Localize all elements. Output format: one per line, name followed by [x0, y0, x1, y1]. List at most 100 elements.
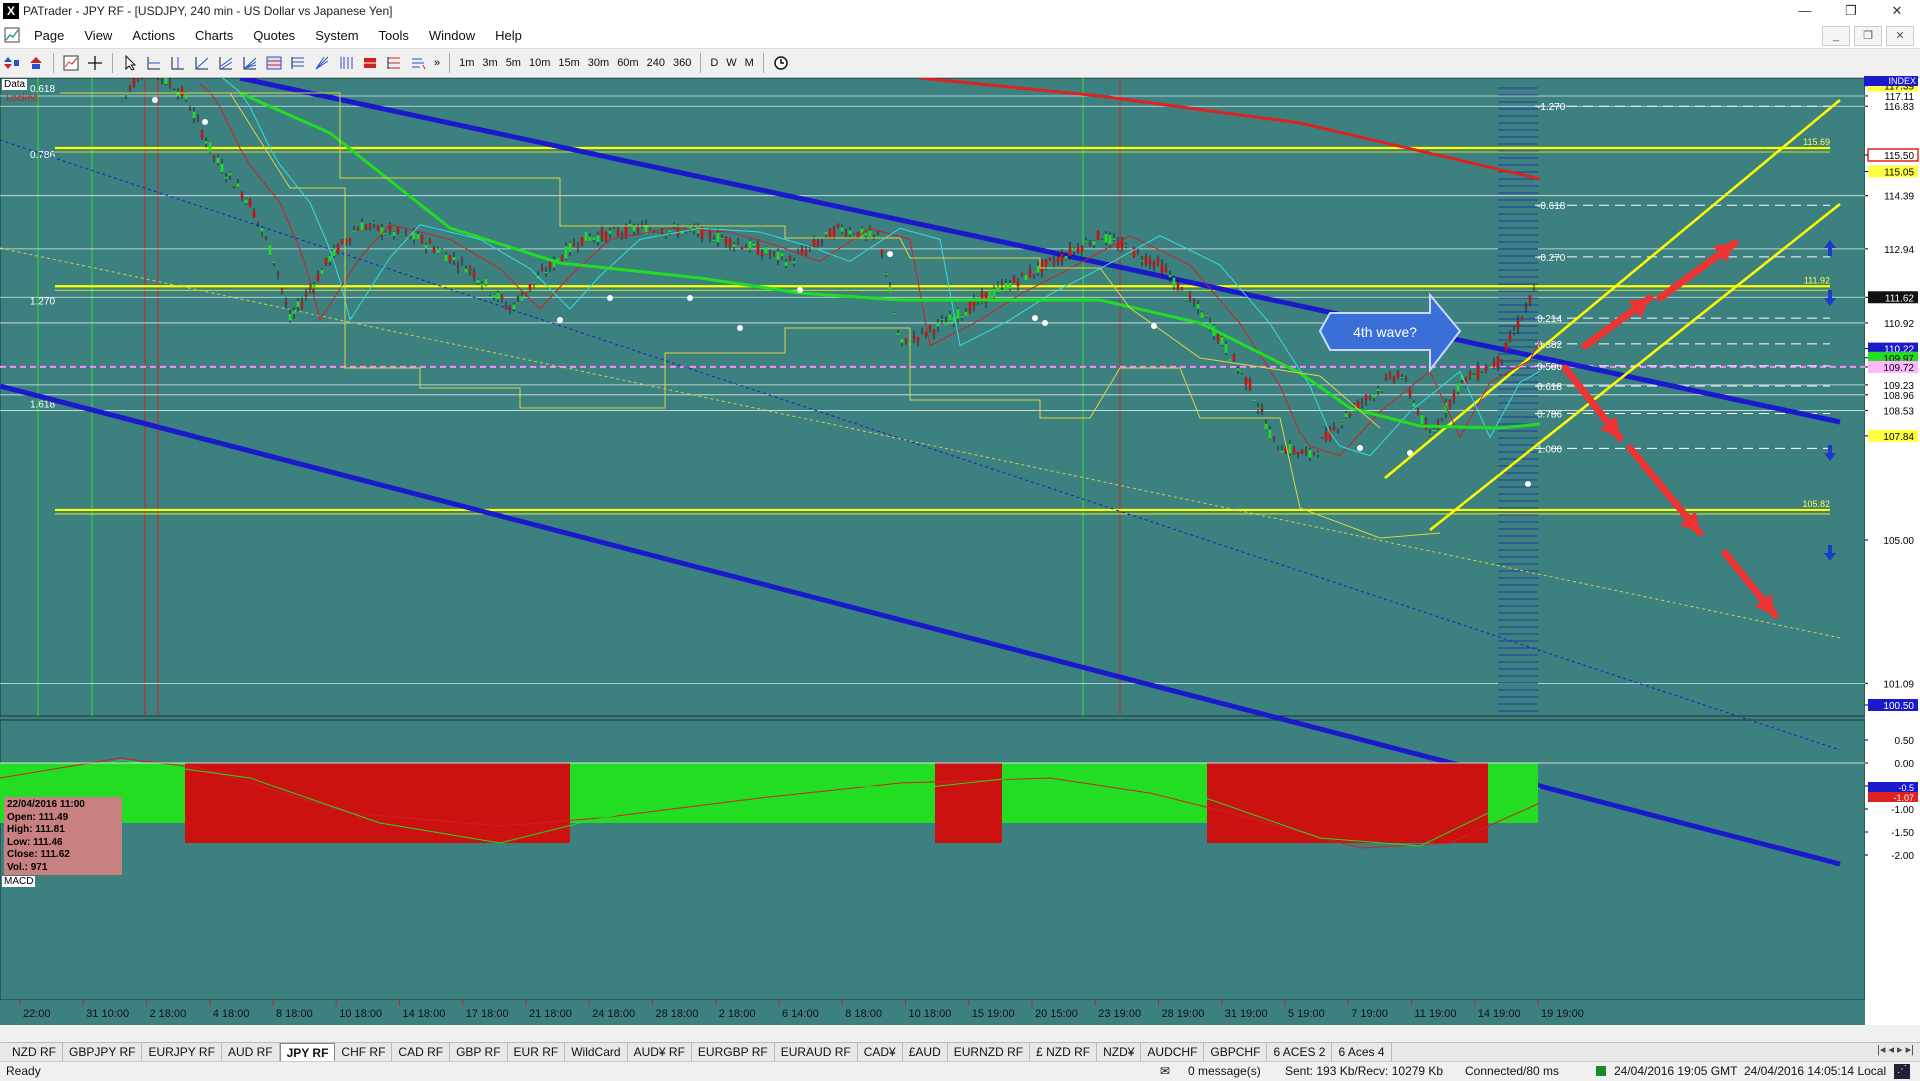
- levels-icon[interactable]: [408, 53, 428, 73]
- menu-page[interactable]: Page: [24, 28, 74, 43]
- menu-bar: Page View Actions Charts Quotes System T…: [0, 22, 1920, 49]
- candle-body: [348, 237, 352, 242]
- tf-monthly-button[interactable]: M: [741, 57, 758, 69]
- tab-scroll-arrows[interactable]: |◂ ◂ ▸ ▸|: [1877, 1043, 1914, 1056]
- mdi-minimize-button[interactable]: _: [1822, 26, 1850, 46]
- tab-eurjpy-rf[interactable]: EURJPY RF: [142, 1043, 222, 1061]
- pointer-icon[interactable]: [120, 53, 140, 73]
- tab-6-aces-4[interactable]: 6 Aces 4: [1332, 1043, 1392, 1061]
- menu-window[interactable]: Window: [419, 28, 485, 43]
- channel-icon[interactable]: [216, 53, 236, 73]
- minimize-button[interactable]: —: [1782, 0, 1828, 22]
- time-zones-icon[interactable]: [336, 53, 356, 73]
- tab-cadjpy[interactable]: CAD¥: [858, 1043, 903, 1061]
- crosshair-icon[interactable]: [85, 53, 105, 73]
- tf-15m-button[interactable]: 15m: [554, 57, 583, 69]
- candle-body: [324, 258, 328, 264]
- tab-gbp-rf[interactable]: GBP RF: [450, 1043, 508, 1061]
- candle-body: [800, 248, 804, 254]
- menu-charts[interactable]: Charts: [185, 28, 243, 43]
- candle-body: [312, 284, 316, 289]
- tab-gbpnzd-rf[interactable]: £ NZD RF: [1030, 1043, 1098, 1061]
- candle-body: [1136, 250, 1140, 253]
- tf-60m-button[interactable]: 60m: [613, 57, 642, 69]
- tf-5m-button[interactable]: 5m: [502, 57, 525, 69]
- tab-chf-rf[interactable]: CHF RF: [335, 1043, 393, 1061]
- menu-quotes[interactable]: Quotes: [243, 28, 305, 43]
- menu-view[interactable]: View: [74, 28, 122, 43]
- gann-fan-icon[interactable]: [312, 53, 332, 73]
- candle-body: [572, 243, 576, 247]
- candle-body: [752, 243, 756, 247]
- fib-right-label-6: 0.618: [1537, 382, 1562, 393]
- candle-body: [840, 227, 844, 232]
- candle-body: [1396, 371, 1400, 378]
- mdi-restore-button[interactable]: ❐: [1854, 26, 1882, 46]
- menu-tools[interactable]: Tools: [369, 28, 419, 43]
- status-messages[interactable]: 0 message(s): [1188, 1064, 1261, 1078]
- menu-help[interactable]: Help: [485, 28, 532, 43]
- tab-eurnzd-rf[interactable]: EURNZD RF: [948, 1043, 1031, 1061]
- tf-1m-button[interactable]: 1m: [455, 57, 478, 69]
- close-button[interactable]: ✕: [1874, 0, 1920, 22]
- fibonacci-retracement-icon[interactable]: [264, 53, 284, 73]
- candle-body: [964, 311, 968, 317]
- tab-euraud-rf[interactable]: EURAUD RF: [775, 1043, 858, 1061]
- menu-actions[interactable]: Actions: [122, 28, 185, 43]
- fibonacci-extension-icon[interactable]: [288, 53, 308, 73]
- candle-body: [308, 288, 312, 290]
- tab-nzd-rf[interactable]: NZD RF: [6, 1043, 63, 1061]
- horizontal-line-icon[interactable]: [144, 53, 164, 73]
- tab-jpy-rf[interactable]: JPY RF: [279, 1042, 336, 1062]
- tab-eurgbp-rf[interactable]: EURGBP RF: [692, 1043, 775, 1061]
- tf-daily-button[interactable]: D: [706, 57, 722, 69]
- tf-weekly-button[interactable]: W: [722, 57, 740, 69]
- tab-cad-rf[interactable]: CAD RF: [392, 1043, 451, 1061]
- price-chart-svg[interactable]: 115.69111.92105.820.6180.7861.2701.618-1…: [0, 78, 1920, 1025]
- tab-nzdjpy[interactable]: NZD¥: [1097, 1043, 1142, 1061]
- vertical-line-icon[interactable]: [168, 53, 188, 73]
- tab-audjpy-rf[interactable]: AUD¥ RF: [628, 1043, 692, 1061]
- tf-3m-button[interactable]: 3m: [478, 57, 501, 69]
- tf-30m-button[interactable]: 30m: [584, 57, 613, 69]
- tab-gbpaud[interactable]: £AUD: [903, 1043, 948, 1061]
- time-label-8: 21 18:00: [529, 1008, 572, 1020]
- candle-body: [1260, 407, 1264, 412]
- chart-icon[interactable]: [61, 53, 81, 73]
- buy-sell-icon[interactable]: [2, 53, 22, 73]
- mdi-close-button[interactable]: ✕: [1886, 26, 1914, 46]
- candle-body: [1020, 272, 1024, 275]
- candle-body: [1088, 244, 1092, 246]
- tf-240-button[interactable]: 240: [643, 57, 669, 69]
- clock-icon[interactable]: [771, 53, 791, 73]
- rectangle-icon[interactable]: [360, 53, 380, 73]
- tab-audchf[interactable]: AUDCHF: [1141, 1043, 1205, 1061]
- tf-10m-button[interactable]: 10m: [525, 57, 554, 69]
- mail-icon[interactable]: ✉: [1160, 1064, 1170, 1078]
- trend-line-icon[interactable]: [192, 53, 212, 73]
- candle-body: [1508, 334, 1512, 341]
- menu-system[interactable]: System: [305, 28, 368, 43]
- fibonacci-fan-icon[interactable]: [240, 53, 260, 73]
- tab-6-aces-2[interactable]: 6 ACES 2: [1267, 1043, 1333, 1061]
- order-icon[interactable]: [26, 53, 46, 73]
- toolbar-overflow-button[interactable]: »: [434, 57, 440, 69]
- ohlc-high: High: 111.81: [7, 824, 65, 835]
- candle-body: [1516, 320, 1520, 329]
- price-label-16: 105.00: [1883, 536, 1914, 547]
- tab-gbpchf[interactable]: GBPCHF: [1204, 1043, 1268, 1061]
- tf-360-button[interactable]: 360: [669, 57, 695, 69]
- tab-gbpjpy-rf[interactable]: GBPJPY RF: [63, 1043, 143, 1061]
- tab-wildcard[interactable]: WildCard: [565, 1043, 628, 1061]
- app-logo-icon: X: [3, 3, 19, 19]
- maximize-button[interactable]: ❐: [1828, 0, 1874, 22]
- candle-body: [844, 232, 848, 236]
- candle-body: [288, 314, 292, 321]
- time-label-1: 31 10:00: [86, 1008, 129, 1020]
- tab-aud-rf[interactable]: AUD RF: [222, 1043, 280, 1061]
- resize-grip-icon[interactable]: ⋰: [1894, 1064, 1910, 1079]
- price-label-18: 100.50: [1883, 701, 1914, 712]
- chart-area[interactable]: 115.69 111.92 105.82 0.618 0.786 1.270 1.618 -1…: [0, 78, 1920, 1025]
- tab-eur-rf[interactable]: EUR RF: [508, 1043, 566, 1061]
- pitchfork-icon[interactable]: [384, 53, 404, 73]
